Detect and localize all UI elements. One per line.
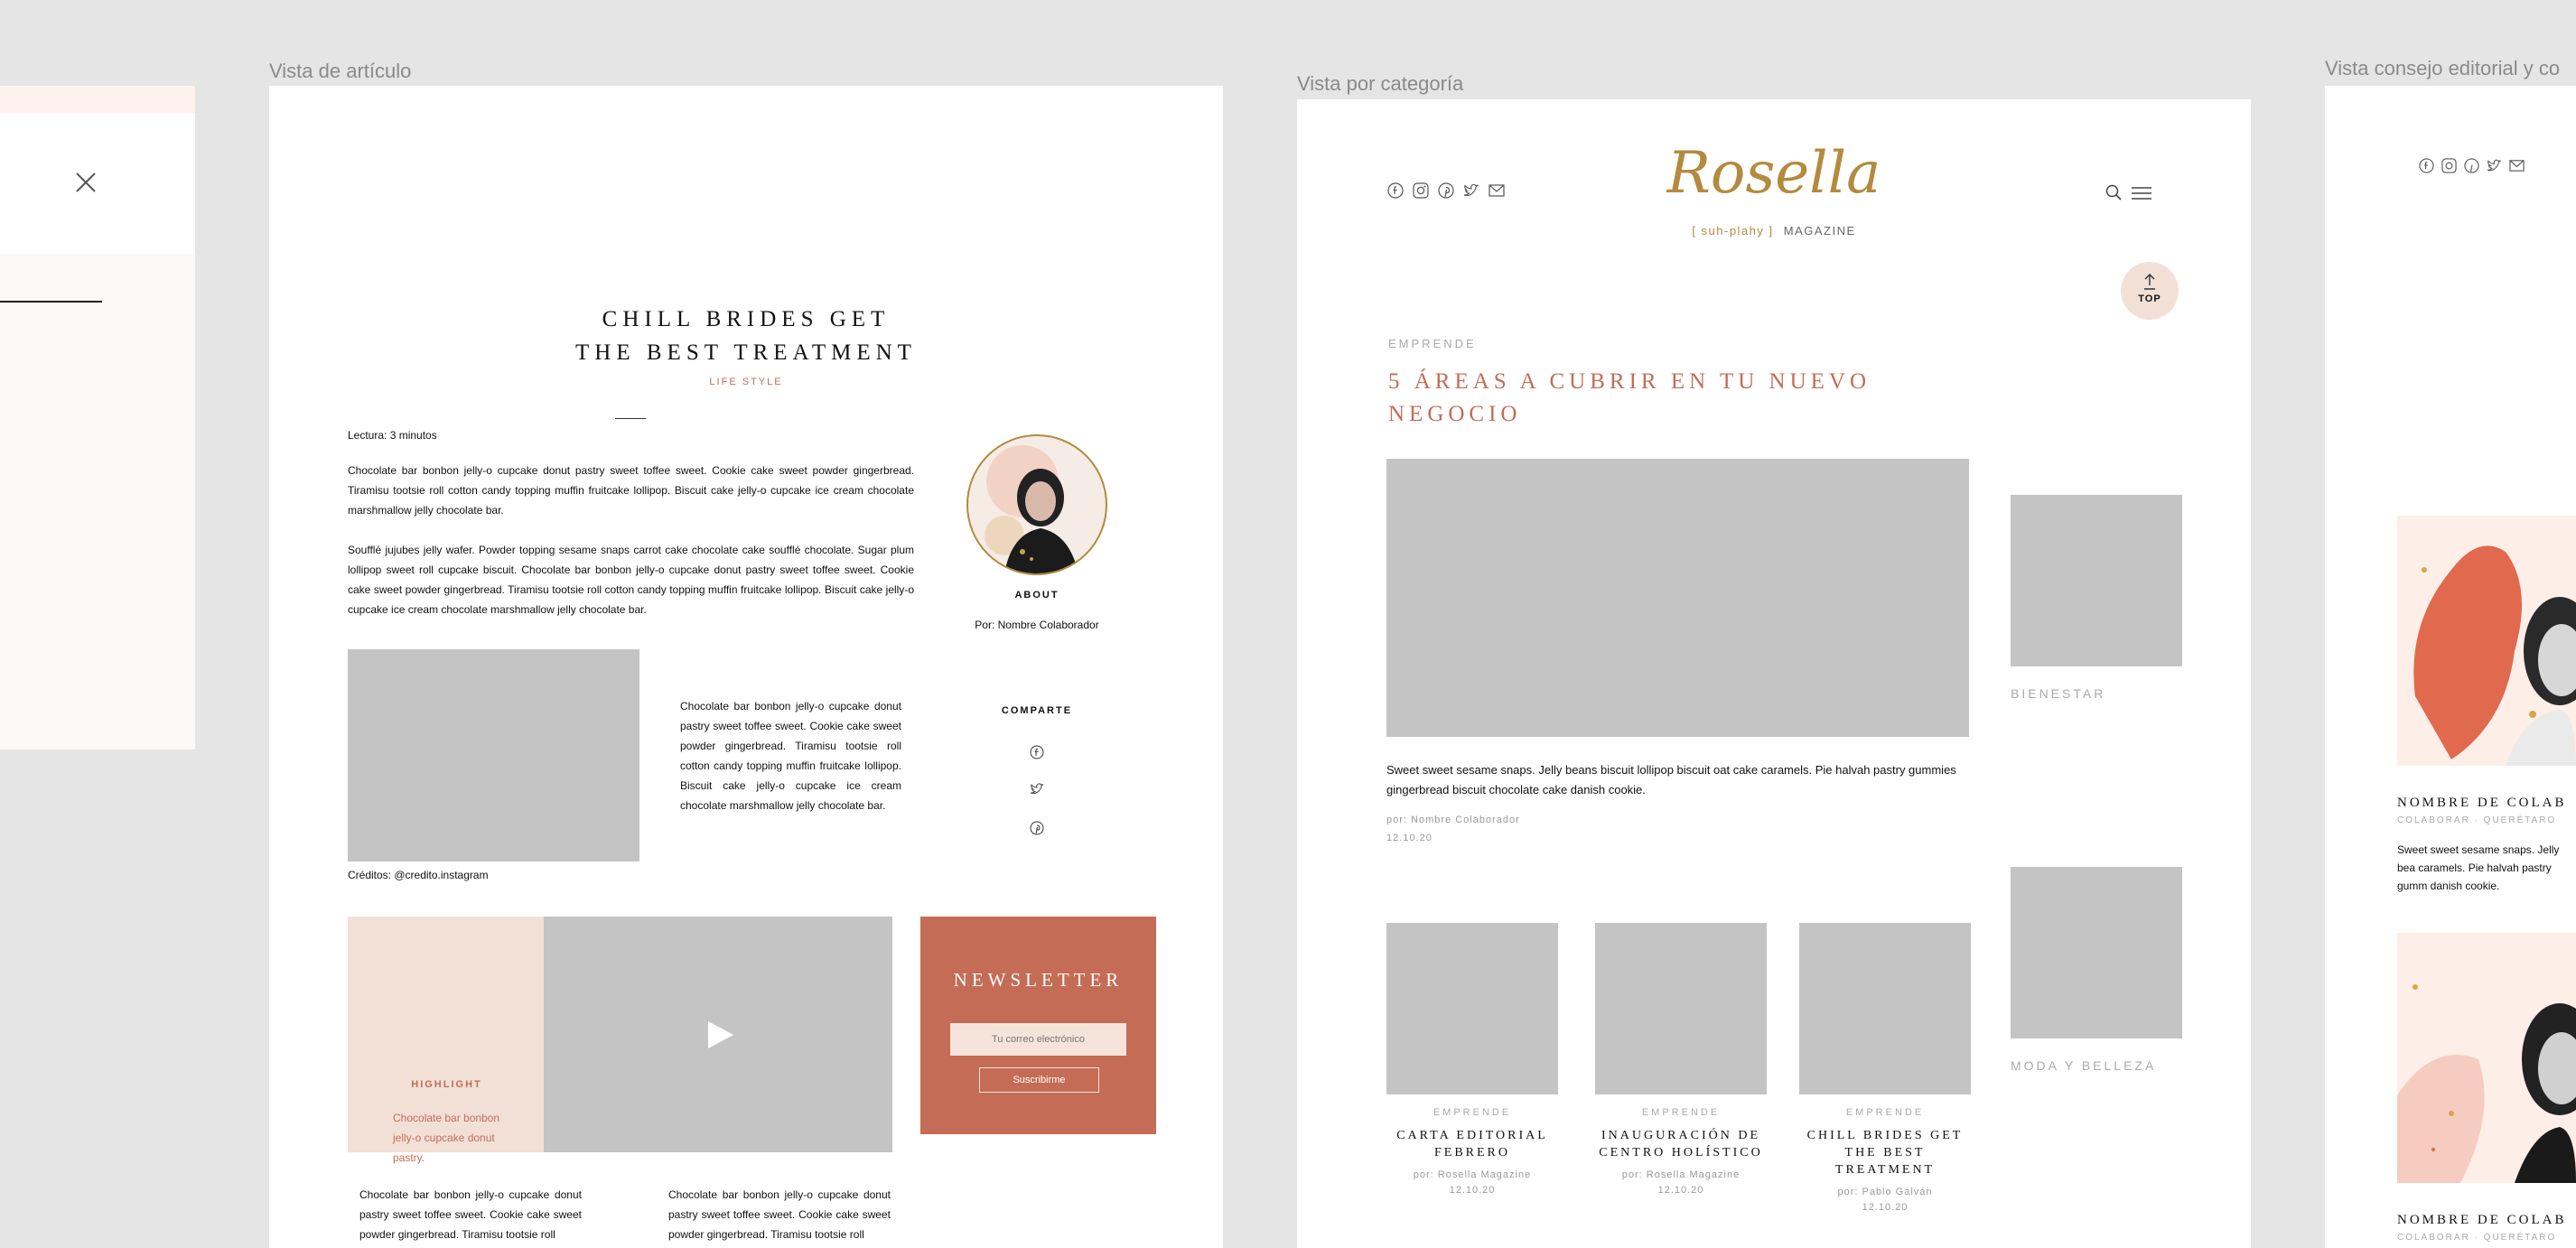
featured-byline[interactable]: por: Nombre Colaborador: [1386, 815, 1520, 825]
twitter-icon[interactable]: [2487, 158, 2502, 173]
instagram-icon[interactable]: [2441, 158, 2457, 173]
card-category: EMPRENDE: [1641, 1107, 1721, 1118]
about-label: ABOUT: [1014, 590, 1059, 601]
card-title-line1: INAUGURACIÓN DE: [1601, 1129, 1761, 1142]
pinterest-icon[interactable]: [2464, 158, 2479, 173]
card-image: [1595, 923, 1767, 1094]
side-category-2[interactable]: MODA Y BELLEZA: [2011, 1058, 2156, 1073]
collaborator-name-2[interactable]: NOMBRE DE COLAB: [2397, 1213, 2567, 1228]
category-frame: Rosella [ suh-plahy ] MAGAZINE TOP EMPRE…: [1297, 99, 2251, 1248]
card-title: CARTA EDITORIAL FEBRERO: [1386, 1127, 1558, 1161]
collaborator-photo-2[interactable]: [2397, 933, 2576, 1183]
article-title-line1: CHILL BRIDES GET: [602, 307, 891, 331]
card-category: EMPRENDE: [1433, 1107, 1512, 1118]
share-label: COMPARTE: [1001, 705, 1073, 716]
card-image: [1386, 923, 1558, 1094]
article-paragraph-2: Soufflé jujubes jelly wafer. Powder topp…: [348, 544, 914, 616]
bottom-text-col1: Chocolate bar bonbon jelly-o cupcake don…: [359, 1188, 582, 1241]
label-article-view: Vista de artículo: [269, 60, 412, 82]
newsletter-title: NEWSLETTER: [953, 969, 1124, 991]
card-byline: por: Pablo Galván: [1837, 1187, 1933, 1197]
pinterest-icon[interactable]: [1030, 821, 1044, 835]
collaborator-name-1[interactable]: NOMBRE DE COLAB: [2397, 796, 2567, 811]
article-category[interactable]: LIFE STYLE: [269, 377, 1223, 387]
tagline-magazine: MAGAZINE: [1783, 224, 1856, 237]
newsletter-subscribe-button[interactable]: Suscribirme: [979, 1067, 1099, 1093]
featured-headline[interactable]: 5 ÁREAS A CUBRIR EN TU NUEVO NEGOCIO: [1388, 366, 1871, 431]
collaborator-role-1: COLABORAR · QUERÉTARO: [2397, 815, 2557, 825]
featured-headline-line2: NEGOCIO: [1388, 402, 1522, 426]
bottom-text-col2: Chocolate bar bonbon jelly-o cupcake don…: [668, 1188, 891, 1241]
back-to-top-button[interactable]: TOP: [2121, 262, 2179, 320]
card-title: INAUGURACIÓN DE CENTRO HOLÍSTICO: [1595, 1127, 1767, 1161]
highlight-text: Chocolate bar bonbon jelly-o cupcake don…: [393, 1112, 500, 1164]
tagline-pronunciation: [ suh-plahy ]: [1692, 224, 1774, 237]
design-canvas: { "labels": { "article_view": "Vista de …: [0, 0, 2576, 1248]
card-byline: por: Rosella Magazine: [1413, 1169, 1532, 1180]
article-paragraph-1: Chocolate bar bonbon jelly-o cupcake don…: [348, 464, 914, 517]
menu-icon[interactable]: [2132, 187, 2151, 200]
label-editorial-view: Vista consejo editorial y co: [2325, 57, 2561, 79]
reading-time: Lectura: 3 minutos: [348, 429, 437, 442]
card-image: [1799, 923, 1971, 1094]
featured-headline-line1: 5 ÁREAS A CUBRIR EN TU NUEVO: [1388, 369, 1871, 394]
site-tagline: [ suh-plahy ] MAGAZINE: [1297, 224, 2251, 237]
card-byline: por: Rosella Magazine: [1621, 1169, 1741, 1180]
article-side-text: Chocolate bar bonbon jelly-o cupcake don…: [680, 700, 901, 812]
card-title-line1: CHILL BRIDES GET: [1806, 1129, 1964, 1142]
collaborator-role-2: COLABORAR · QUERÉTARO: [2397, 1233, 2557, 1243]
side-image-2[interactable]: [2011, 867, 2182, 1038]
article-title: CHILL BRIDES GET THE BEST TREATMENT: [269, 303, 1223, 369]
article-title-line2: THE BEST TREATMENT: [575, 340, 917, 365]
facebook-icon[interactable]: [2419, 158, 2434, 173]
collaborator-bio-1: Sweet sweet sesame snaps. Jelly bea cara…: [2397, 843, 2560, 892]
section-label[interactable]: EMPRENDE: [1388, 337, 1477, 350]
video-player[interactable]: [544, 917, 892, 1152]
card-title-line2: FEBRERO: [1433, 1146, 1510, 1160]
author-avatar[interactable]: [966, 434, 1107, 575]
newsletter-email-input[interactable]: [950, 1023, 1126, 1056]
play-icon[interactable]: [706, 1020, 735, 1050]
card-category: EMPRENDE: [1845, 1107, 1925, 1118]
search-icon[interactable]: [2105, 184, 2122, 200]
card-date: 12.10.20: [1862, 1202, 1909, 1213]
menu-header: [0, 113, 195, 254]
top-label: TOP: [2138, 293, 2161, 304]
featured-excerpt: Sweet sweet sesame snaps. Jelly beans bi…: [1386, 763, 1956, 796]
featured-date: 12.10.20: [1386, 833, 1433, 843]
collaborator-photo-1[interactable]: [2397, 516, 2576, 766]
card-date: 12.10.20: [1657, 1185, 1704, 1196]
menu-underline: [0, 301, 102, 303]
article-card[interactable]: EMPRENDE CHILL BRIDES GET THE BEST TREAT…: [1799, 923, 1971, 1213]
menu-overlay-frame: [0, 86, 195, 750]
highlight-box: HIGHLIGHT Chocolate bar bonbon jelly-o c…: [348, 917, 546, 1164]
card-title: CHILL BRIDES GET THE BEST TREATMENT: [1799, 1127, 1971, 1178]
close-icon[interactable]: [76, 172, 96, 192]
featured-image-placeholder[interactable]: [1386, 459, 1969, 737]
card-title-line2: CENTRO HOLÍSTICO: [1599, 1146, 1763, 1160]
editorial-frame: NOMBRE DE COLAB COLABORAR · QUERÉTARO Sw…: [2325, 86, 2576, 1248]
author-name[interactable]: Por: Nombre Colaborador: [938, 619, 1136, 631]
side-category-1[interactable]: BIENESTAR: [2011, 686, 2105, 701]
title-divider: [615, 418, 646, 419]
facebook-icon[interactable]: [1030, 745, 1044, 759]
mail-icon[interactable]: [2509, 158, 2525, 173]
article-image-placeholder: [348, 649, 639, 861]
newsletter-box: NEWSLETTER Suscribirme: [920, 917, 1156, 1134]
social-icons: [2419, 158, 2525, 173]
article-card[interactable]: EMPRENDE CARTA EDITORIAL FEBRERO por: Ro…: [1386, 923, 1558, 1196]
highlight-label: HIGHLIGHT: [411, 1079, 482, 1090]
image-credits[interactable]: Créditos: @credito.instagram: [348, 869, 489, 881]
card-date: 12.10.20: [1449, 1185, 1496, 1196]
top-strip: [0, 86, 195, 113]
label-category-view: Vista por categoría: [1297, 72, 1464, 95]
arrow-up-icon: [2142, 273, 2157, 291]
article-card[interactable]: EMPRENDE INAUGURACIÓN DE CENTRO HOLÍSTIC…: [1595, 923, 1767, 1196]
card-title-line2: THE BEST TREATMENT: [1834, 1146, 1936, 1177]
twitter-icon[interactable]: [1030, 782, 1044, 796]
article-frame: CHILL BRIDES GET THE BEST TREATMENT LIFE…: [269, 86, 1223, 1248]
side-image-1[interactable]: [2011, 495, 2182, 666]
card-title-line1: CARTA EDITORIAL: [1396, 1129, 1548, 1142]
